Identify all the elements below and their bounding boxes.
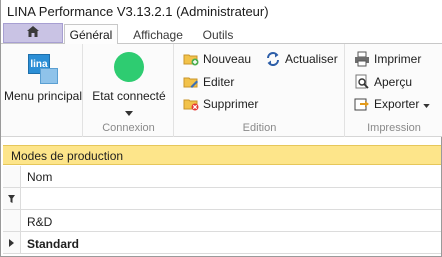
refresh-icon xyxy=(265,51,281,67)
etat-connecte-button[interactable]: Etat connecté xyxy=(88,52,170,119)
editer-label: Editer xyxy=(203,75,235,89)
app-window: LINA Performance V3.13.2.1 (Administrate… xyxy=(0,0,442,257)
exporter-label: Exporter xyxy=(374,97,420,111)
export-icon xyxy=(354,96,370,112)
data-grid: Nom R&D Standard xyxy=(3,166,441,256)
group-menu: lina Menu principal xyxy=(1,44,83,137)
imprimer-label: Imprimer xyxy=(374,52,422,66)
table-row[interactable]: R&D xyxy=(3,210,441,232)
editer-button[interactable]: Editer xyxy=(183,73,234,91)
exporter-button[interactable]: Exporter xyxy=(354,95,431,113)
grid-header-indicator xyxy=(3,166,21,187)
section-header: Modes de production xyxy=(3,145,441,165)
new-folder-icon xyxy=(183,51,199,67)
home-tab[interactable] xyxy=(3,23,63,43)
apercu-button[interactable]: Aperçu xyxy=(354,73,412,91)
group-label-connexion: Connexion xyxy=(102,122,155,134)
ribbon: lina Menu principal Etat connecté Connex… xyxy=(1,44,442,137)
menu-principal-button[interactable]: lina Menu principal xyxy=(3,52,83,103)
group-impression: Imprimer Aperçu Exporter Impression xyxy=(346,44,442,137)
nouveau-button[interactable]: Nouveau xyxy=(183,50,251,68)
home-icon xyxy=(26,25,40,41)
tab-general[interactable]: Général xyxy=(64,24,118,45)
imprimer-button[interactable]: Imprimer xyxy=(354,50,421,68)
group-edition: Nouveau Editer Supprimer Actualiser Edit… xyxy=(175,44,345,137)
chevron-down-icon xyxy=(423,97,431,111)
print-preview-icon xyxy=(354,74,370,90)
filter-icon xyxy=(3,188,21,209)
nouveau-label: Nouveau xyxy=(203,52,252,66)
table-row-selected[interactable]: Standard xyxy=(3,232,441,254)
supprimer-label: Supprimer xyxy=(203,97,259,111)
column-header-nom[interactable]: Nom xyxy=(27,170,52,184)
ribbon-tab-bar: Général Affichage Outils xyxy=(1,22,442,45)
supprimer-button[interactable]: Supprimer xyxy=(183,95,258,113)
row-name-cell: R&D xyxy=(27,215,53,229)
row-indicator xyxy=(3,210,21,231)
window-title: LINA Performance V3.13.2.1 (Administrate… xyxy=(7,4,269,19)
printer-icon xyxy=(354,51,370,67)
grid-header-row: Nom xyxy=(3,166,441,188)
row-name-cell: Standard xyxy=(27,237,80,251)
group-label-edition: Edition xyxy=(242,122,277,134)
delete-folder-icon xyxy=(183,96,199,112)
tab-affichage[interactable]: Affichage xyxy=(123,24,193,45)
menu-principal-label: Menu principal xyxy=(3,89,83,103)
actualiser-label: Actualiser xyxy=(285,52,338,66)
section-title: Modes de production xyxy=(11,149,124,163)
group-connexion: Etat connecté Connexion xyxy=(84,44,174,137)
group-label-impression: Impression xyxy=(367,122,421,134)
title-bar: LINA Performance V3.13.2.1 (Administrate… xyxy=(1,0,442,22)
apercu-label: Aperçu xyxy=(374,75,413,89)
grid-filter-row[interactable] xyxy=(3,188,441,210)
lina-logo-icon: lina xyxy=(26,52,60,86)
actualiser-button[interactable]: Actualiser xyxy=(265,50,338,68)
etat-connecte-label: Etat connecté xyxy=(92,89,166,103)
tab-outils[interactable]: Outils xyxy=(193,24,243,45)
current-row-arrow-icon xyxy=(3,232,21,253)
connection-status-icon xyxy=(114,52,144,82)
chevron-down-icon xyxy=(125,105,133,119)
edit-folder-icon xyxy=(183,74,199,90)
